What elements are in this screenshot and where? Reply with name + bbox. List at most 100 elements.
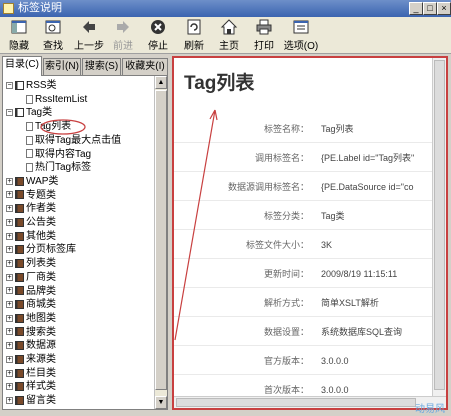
forward-button[interactable]: 前进: [106, 18, 140, 52]
expand-toggle-icon[interactable]: +: [6, 301, 13, 309]
scroll-thumb[interactable]: [155, 90, 167, 390]
tab-favorites[interactable]: 收藏夹(I): [122, 58, 168, 75]
tab-contents[interactable]: 目录(C): [2, 56, 42, 76]
tree-folder[interactable]: + 栏目类: [6, 368, 56, 380]
home-button[interactable]: 主页: [212, 18, 246, 52]
hide-icon: [11, 20, 27, 34]
book-icon: [15, 176, 24, 186]
expand-toggle-icon[interactable]: +: [6, 259, 13, 267]
expand-toggle-icon[interactable]: +: [6, 314, 13, 322]
scroll-up-button[interactable]: ▲: [155, 76, 167, 89]
home-icon: [220, 19, 238, 35]
property-key: 数据源调用标签名：: [227, 182, 309, 192]
refresh-button[interactable]: 刷新: [177, 18, 211, 52]
expand-toggle-icon[interactable]: +: [6, 342, 13, 350]
tree-page-selected[interactable]: Tag列表: [26, 121, 71, 133]
expand-toggle-icon[interactable]: +: [6, 328, 13, 336]
tree-page[interactable]: 取得Tag最大点击值: [26, 135, 121, 147]
tree-label: 地图类: [26, 312, 56, 324]
tree-folder[interactable]: + 留言类: [6, 395, 56, 407]
tree-page[interactable]: RssItemList: [26, 94, 87, 106]
minimize-button[interactable]: _: [409, 2, 423, 15]
contents-tree: − RSS类 RssItemList − Tag类 Tag列表 取得Tag最大点击值 取得内容…: [3, 76, 155, 409]
stop-button[interactable]: 停止: [141, 18, 175, 52]
tree-folder[interactable]: + 样式类: [6, 381, 56, 393]
book-icon: [15, 245, 24, 255]
property-value: 系统数据库SQL查询: [321, 327, 403, 337]
scroll-down-button[interactable]: ▼: [155, 396, 167, 409]
back-button[interactable]: 上一步: [72, 18, 106, 52]
print-button[interactable]: 打印: [247, 18, 281, 52]
property-row: 首次版本： 3.0.0.0: [174, 376, 432, 396]
tab-search[interactable]: 搜索(S): [82, 58, 121, 75]
expand-toggle-icon[interactable]: +: [6, 396, 13, 404]
tree-folder[interactable]: + 搜索类: [6, 327, 56, 339]
close-button[interactable]: ×: [437, 2, 451, 15]
expand-toggle-icon[interactable]: +: [6, 369, 13, 377]
property-row: 标签名称： Tag列表: [174, 115, 432, 143]
tree-folder[interactable]: + 地图类: [6, 313, 56, 325]
content-vscroll-thumb[interactable]: [434, 60, 445, 390]
content-vertical-scrollbar[interactable]: [432, 58, 446, 396]
options-icon: [293, 20, 309, 34]
tree-label: 取得Tag最大点击值: [35, 134, 122, 146]
book-icon: [15, 108, 24, 118]
tree-label: Tag列表: [35, 121, 72, 133]
expand-toggle-icon[interactable]: +: [6, 246, 13, 254]
expand-toggle-icon[interactable]: +: [6, 232, 13, 240]
tree-label: Tag类: [26, 107, 53, 119]
page-icon: [26, 135, 33, 145]
hide-button[interactable]: 隐藏: [2, 18, 36, 52]
page-icon: [26, 163, 33, 173]
tree-label: 样式类: [26, 381, 56, 393]
expand-toggle-icon[interactable]: +: [6, 383, 13, 391]
content-hscroll-thumb[interactable]: [176, 398, 416, 407]
tree-folder[interactable]: + 厂商类: [6, 272, 56, 284]
tree-folder[interactable]: + 专题类: [6, 190, 56, 202]
tree-label: 热门Tag标签: [35, 162, 92, 174]
content-pane: Tag列表 标签名称： Tag列表 调用标签名： {PE.Label id="Tag列…: [172, 56, 448, 410]
expand-toggle-icon[interactable]: +: [6, 218, 13, 226]
expand-toggle-icon[interactable]: −: [6, 81, 13, 89]
tree-folder[interactable]: + 列表类: [6, 258, 56, 270]
tree-folder[interactable]: + 作者类: [6, 203, 56, 215]
tab-index[interactable]: 索引(N): [43, 58, 81, 75]
maximize-button[interactable]: □: [423, 2, 437, 15]
tree-folder[interactable]: − RSS类: [6, 80, 57, 92]
tree-folder[interactable]: + 来源类: [6, 354, 56, 366]
book-icon: [15, 395, 24, 405]
expand-toggle-icon[interactable]: +: [6, 191, 13, 199]
tree-folder[interactable]: + 商城类: [6, 299, 56, 311]
property-key: 解析方式：: [263, 298, 309, 308]
tree-folder[interactable]: + 品牌类: [6, 286, 56, 298]
expand-toggle-icon[interactable]: +: [6, 287, 13, 295]
tree-page[interactable]: 取得内容Tag: [26, 149, 91, 161]
page-icon: [26, 94, 33, 104]
find-button[interactable]: 查找: [36, 18, 70, 52]
property-key: 官方版本：: [263, 356, 309, 366]
expand-toggle-icon[interactable]: −: [6, 109, 13, 117]
book-icon: [15, 80, 24, 90]
tree-page[interactable]: 热门Tag标签: [26, 162, 91, 174]
help-app-icon: [3, 3, 14, 14]
tree-folder[interactable]: + 公告类: [6, 217, 56, 229]
book-icon: [15, 368, 24, 378]
property-row: 标签分类： Tag类: [174, 202, 432, 230]
expand-toggle-icon[interactable]: +: [6, 273, 13, 281]
property-value: 2009/8/19 11:15:11: [321, 269, 398, 279]
expand-toggle-icon[interactable]: +: [6, 355, 13, 363]
tree-folder[interactable]: − Tag类: [6, 107, 52, 119]
tree-folder[interactable]: + 其他类: [6, 231, 56, 243]
tree-folder[interactable]: + 分页标签库: [6, 244, 76, 256]
options-button[interactable]: 选项(O): [282, 18, 320, 52]
expand-toggle-icon[interactable]: +: [6, 205, 13, 213]
tree-label: 专题类: [26, 189, 56, 201]
expand-toggle-icon[interactable]: +: [6, 177, 13, 185]
tree-scrollbar[interactable]: ▲ ▼: [154, 76, 167, 409]
tree-label: 取得内容Tag: [35, 148, 92, 160]
tree-label: 来源类: [26, 354, 56, 365]
content-horizontal-scrollbar[interactable]: [174, 396, 446, 408]
tree-folder[interactable]: + WAP类: [6, 176, 58, 188]
tree-folder[interactable]: + 数据源: [6, 340, 56, 352]
book-icon: [15, 190, 24, 200]
